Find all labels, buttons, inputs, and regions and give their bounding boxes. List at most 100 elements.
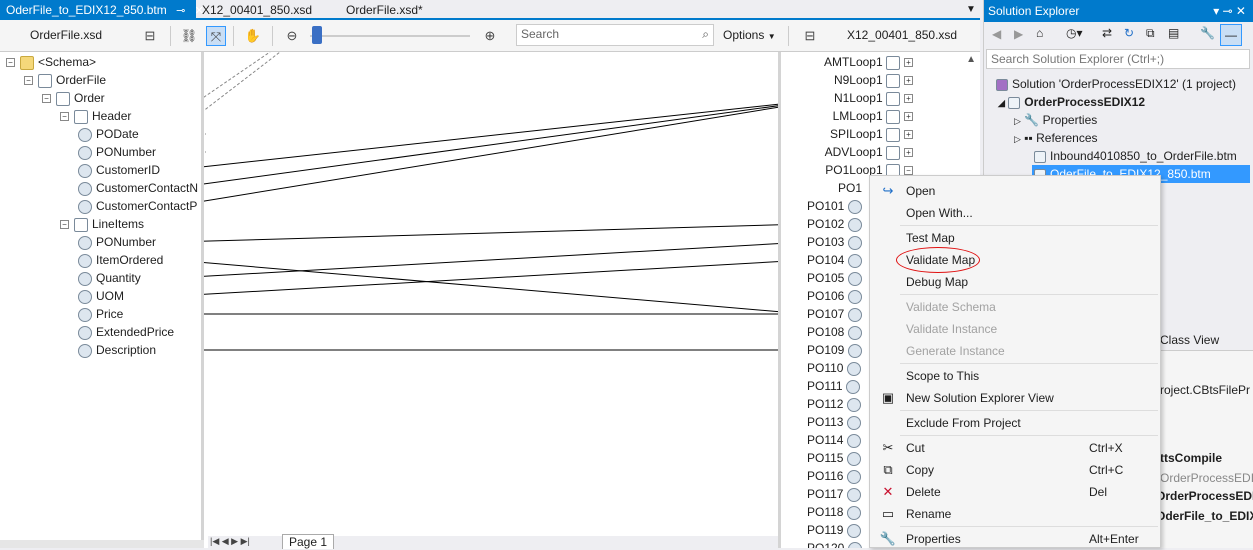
destination-node[interactable]: PO104: [807, 251, 866, 269]
expand-icon[interactable]: +: [904, 76, 913, 86]
destination-node[interactable]: PO1: [838, 179, 862, 197]
solution-node[interactable]: Solution 'OrderProcessEDIX12' (1 project…: [996, 75, 1236, 93]
back-icon[interactable]: ◀: [992, 27, 1001, 41]
destination-node[interactable]: PO115: [807, 449, 865, 467]
destination-node[interactable]: PO111: [807, 377, 864, 395]
source-node[interactable]: − Header: [60, 107, 131, 125]
menu-item-copy[interactable]: ⧉ Copy Ctrl+C: [870, 459, 1160, 481]
destination-node[interactable]: PO105: [807, 269, 866, 287]
forward-icon[interactable]: ▶: [1014, 27, 1023, 41]
source-node[interactable]: − OrderFile: [24, 71, 106, 89]
expand-icon[interactable]: −: [904, 166, 913, 176]
source-node[interactable]: ItemOrdered: [78, 251, 163, 269]
tab-overflow-dropdown-icon[interactable]: ▼: [960, 0, 982, 20]
destination-node[interactable]: PO114: [807, 431, 865, 449]
zoom-slider-track[interactable]: [310, 35, 470, 37]
menu-item-test-map[interactable]: Test Map: [870, 227, 1160, 249]
destination-node[interactable]: PO120: [807, 539, 866, 548]
destination-node[interactable]: N1Loop1 +: [834, 89, 918, 107]
menu-item-debug-map[interactable]: Debug Map: [870, 271, 1160, 293]
source-node[interactable]: UOM: [78, 287, 124, 305]
destination-node[interactable]: PO118: [807, 503, 865, 521]
source-node[interactable]: − <Schema>: [6, 53, 96, 71]
source-node[interactable]: − LineItems: [60, 215, 144, 233]
map-file-node[interactable]: Inbound4010850_to_OrderFile.btm: [1034, 147, 1237, 165]
options-dropdown[interactable]: Options ▼: [723, 28, 776, 42]
source-node[interactable]: CustomerID: [78, 161, 160, 179]
menu-item-delete[interactable]: ✕ Delete Del: [870, 481, 1160, 503]
references-node[interactable]: ▷ ▪▪ References: [1014, 129, 1098, 147]
source-node[interactable]: PODate: [78, 125, 139, 143]
source-node[interactable]: CustomerContactP: [78, 197, 197, 215]
source-node[interactable]: PONumber: [78, 233, 156, 251]
solution-search-input[interactable]: Search Solution Explorer (Ctrl+;): [986, 49, 1250, 69]
destination-node[interactable]: N9Loop1 +: [834, 71, 918, 89]
destination-node[interactable]: PO103: [807, 233, 866, 251]
link-icon[interactable]: ⛓: [179, 26, 199, 46]
source-node[interactable]: ExtendedPrice: [78, 323, 174, 341]
horizontal-scrollbar[interactable]: [0, 540, 204, 548]
menu-item-open[interactable]: ↪ Open: [870, 180, 1160, 202]
destination-node[interactable]: PO108: [807, 323, 866, 341]
source-node[interactable]: − Order: [42, 89, 105, 107]
panel-options-icon[interactable]: ▾ ⊸ ✕: [1213, 0, 1246, 22]
hand-pan-icon[interactable]: ✋: [243, 26, 263, 46]
expand-icon[interactable]: +: [904, 130, 913, 140]
collapse-icon[interactable]: −: [24, 76, 33, 86]
page-nav-icon[interactable]: |◀ ◀ ▶ ▶|: [210, 536, 250, 547]
collapse-icon[interactable]: −: [6, 58, 15, 68]
properties-node[interactable]: ▷ 🔧 Properties: [1014, 111, 1097, 129]
search-icon[interactable]: ⌕: [702, 27, 709, 42]
destination-node[interactable]: PO102: [807, 215, 866, 233]
destination-node[interactable]: PO107: [807, 305, 866, 323]
zoom-out-icon[interactable]: ⊖: [282, 26, 302, 46]
menu-item-new-solution-explorer-view[interactable]: ▣ New Solution Explorer View: [870, 387, 1160, 409]
menu-item-rename[interactable]: ▭ Rename: [870, 503, 1160, 525]
tab-map[interactable]: OderFile_to_EDIX12_850.btm ⊸ ✕: [0, 0, 204, 21]
destination-node[interactable]: AMTLoop1 +: [824, 53, 918, 71]
destination-node[interactable]: PO110: [807, 359, 865, 377]
project-node[interactable]: ◢ OrderProcessEDIX12: [998, 93, 1145, 111]
destination-node[interactable]: PO117: [807, 485, 865, 503]
pin-icon[interactable]: ⊸: [176, 1, 185, 21]
history-icon[interactable]: ◷▾: [1066, 26, 1083, 40]
source-node[interactable]: PONumber: [78, 143, 156, 161]
expand-icon[interactable]: +: [904, 148, 913, 158]
map-search-input[interactable]: Search ⌕: [516, 24, 714, 46]
scroll-up-icon[interactable]: ▲: [966, 54, 976, 65]
preview-toggle-icon[interactable]: —: [1220, 24, 1242, 46]
menu-item-cut[interactable]: ✂ Cut Ctrl+X: [870, 437, 1160, 459]
destination-node[interactable]: PO101: [807, 197, 866, 215]
fit-view-icon[interactable]: ⤧: [206, 26, 226, 46]
tree-view-right-icon[interactable]: ⊟: [800, 26, 820, 46]
menu-item-scope-to-this[interactable]: Scope to This: [870, 365, 1160, 387]
destination-node[interactable]: ADVLoop1 +: [825, 143, 918, 161]
source-node[interactable]: Price: [78, 305, 123, 323]
collapse-icon[interactable]: −: [60, 112, 69, 122]
menu-item-properties[interactable]: 🔧 Properties Alt+Enter: [870, 528, 1160, 550]
zoom-slider-thumb[interactable]: [312, 26, 322, 44]
show-all-files-icon[interactable]: ▤: [1168, 26, 1179, 40]
page-tab[interactable]: Page 1: [282, 534, 335, 549]
destination-node[interactable]: PO106: [807, 287, 866, 305]
menu-item-open-with[interactable]: Open With...: [870, 202, 1160, 224]
tab-x12-schema[interactable]: X12_00401_850.xsd: [196, 0, 318, 20]
destination-node[interactable]: PO116: [807, 467, 865, 485]
collapse-all-icon[interactable]: ⧉: [1146, 26, 1155, 41]
tab-orderfile-schema[interactable]: OrderFile.xsd*: [340, 0, 429, 20]
class-view-tab[interactable]: Class View: [1160, 333, 1219, 347]
destination-node[interactable]: PO112: [807, 395, 865, 413]
tree-view-icon[interactable]: ⊟: [140, 26, 160, 46]
source-node[interactable]: Quantity: [78, 269, 141, 287]
properties-wrench-icon[interactable]: 🔧: [1200, 26, 1215, 40]
source-node[interactable]: CustomerContactN: [78, 179, 198, 197]
expand-icon[interactable]: +: [904, 94, 913, 104]
destination-node[interactable]: LMLoop1 +: [833, 107, 918, 125]
expand-icon[interactable]: +: [904, 112, 913, 122]
zoom-in-icon[interactable]: ⊕: [480, 26, 500, 46]
refresh-icon[interactable]: ↻: [1124, 26, 1134, 40]
collapse-icon[interactable]: −: [60, 220, 69, 230]
home-icon[interactable]: ⌂: [1036, 26, 1043, 40]
menu-item-exclude-from-project[interactable]: Exclude From Project: [870, 412, 1160, 434]
sync-icon[interactable]: ⇄: [1102, 26, 1112, 40]
